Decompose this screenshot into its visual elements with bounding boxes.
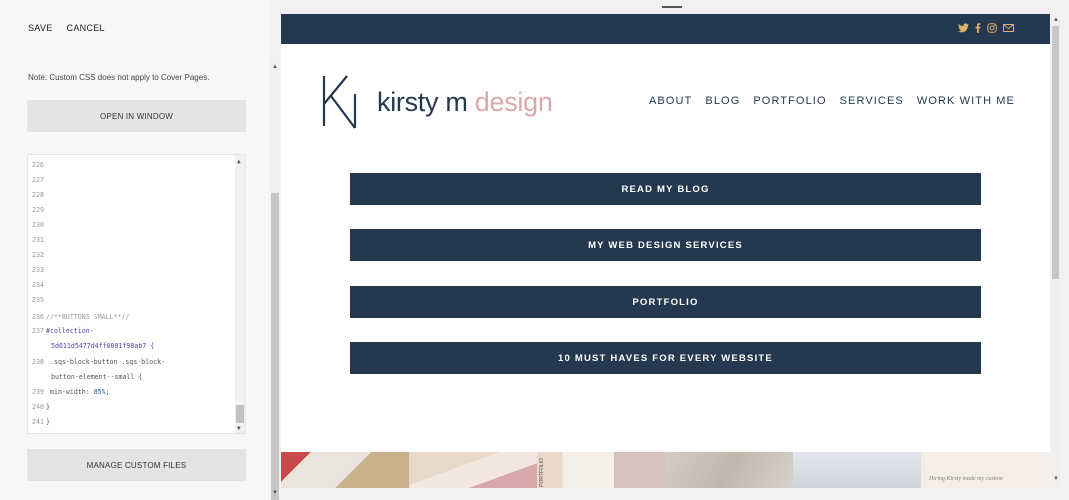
nav-about[interactable]: ABOUT [649, 95, 692, 107]
code-scroll-thumb[interactable] [236, 405, 244, 423]
code-line: 231 [32, 236, 46, 244]
logo-name: kirsty m [377, 86, 475, 117]
code-line: 238 .sqs-block-button .sqs-block- [32, 358, 165, 366]
code-line: 230 [32, 221, 46, 229]
web-design-services-button[interactable]: MY WEB DESIGN SERVICES [350, 229, 981, 261]
code-selector: .sqs-block-button .sqs-block- [50, 358, 166, 366]
km-monogram-icon [322, 75, 357, 129]
portfolio-tile-label: PORTFOLIO [539, 458, 545, 487]
line-number: 228 [32, 191, 44, 199]
code-line: 241} [32, 418, 50, 426]
code-property: min-width: [50, 388, 90, 396]
code-line: 237 #collection- [32, 327, 94, 335]
twitter-icon[interactable] [958, 23, 969, 36]
line-number: 232 [32, 251, 44, 259]
code-line: 240} [32, 403, 50, 411]
code-brace: } [46, 403, 50, 411]
preview-scroll-thumb[interactable] [1052, 26, 1059, 279]
code-line: 239 min-width: 85%; [32, 388, 110, 396]
preview-scrollbar[interactable]: ▲ ▼ [1050, 14, 1061, 488]
gallery-image[interactable] [409, 452, 537, 488]
code-line: 226 [32, 161, 46, 169]
nav-work-with-me[interactable]: WORK WITH ME [917, 95, 1015, 107]
line-number: 230 [32, 221, 44, 229]
code-line: 228 [32, 191, 46, 199]
line-number: 234 [32, 281, 44, 289]
gallery-image[interactable] [793, 452, 921, 488]
line-number: 226 [32, 161, 44, 169]
panel-scrollbar[interactable]: ▲ ▼ [270, 58, 280, 500]
line-number: 240 [32, 403, 44, 411]
line-number: 238 [32, 358, 44, 366]
site-nav: ABOUT BLOG PORTFOLIO SERVICES WORK WITH … [649, 95, 1015, 107]
facebook-icon[interactable] [975, 23, 981, 36]
nav-services[interactable]: SERVICES [840, 95, 904, 107]
panel-scroll-thumb[interactable] [271, 193, 279, 500]
nav-portfolio[interactable]: PORTFOLIO [753, 95, 826, 107]
gallery-image[interactable] [281, 452, 409, 488]
code-value: 85%; [93, 388, 110, 396]
scroll-down-icon[interactable]: ▼ [237, 425, 241, 432]
site-logo[interactable]: kirsty m design [321, 74, 553, 130]
logo-accent: design [474, 86, 553, 117]
scroll-down-icon[interactable]: ▼ [272, 490, 278, 496]
line-number: 236 [32, 313, 44, 321]
testimonial-snippet: Hiring Kirsty made my custom [929, 476, 1003, 482]
cancel-button[interactable]: CANCEL [67, 23, 105, 33]
line-number: 237 [32, 327, 44, 335]
code-line: 232 [32, 251, 46, 259]
nav-blog[interactable]: BLOG [705, 95, 740, 107]
cover-pages-note: Note: Custom CSS does not apply to Cover… [28, 73, 210, 82]
line-number: 231 [32, 236, 44, 244]
line-number: 233 [32, 266, 44, 274]
manage-custom-files-button[interactable]: MANAGE CUSTOM FILES [27, 449, 246, 481]
gallery-image[interactable]: PORTFOLIO [537, 452, 665, 488]
code-selector: button-element--small { [51, 373, 143, 381]
read-my-blog-button[interactable]: READ MY BLOG [350, 173, 981, 205]
social-links [958, 23, 1014, 36]
code-line: 235 [32, 296, 46, 304]
portfolio-button[interactable]: PORTFOLIO [350, 286, 981, 318]
code-selector: 5d611d5477d4ff0001f98ab7 { [51, 342, 155, 350]
app-root: SAVE CANCEL Note: Custom CSS does not ap… [0, 0, 1069, 500]
code-selector: #collection- [46, 327, 94, 335]
code-scrollbar[interactable]: ▲ ▼ [235, 155, 245, 433]
line-number: 241 [32, 418, 44, 426]
gallery-image[interactable]: Hiring Kirsty made my custom [921, 452, 1050, 488]
code-brace: } [46, 418, 50, 426]
site-preview: kirsty m design ABOUT BLOG PORTFOLIO SER… [281, 14, 1050, 488]
code-line: 234 [32, 281, 46, 289]
code-line: 5d611d5477d4ff0001f98ab7 { [51, 342, 154, 350]
must-haves-button[interactable]: 10 MUST HAVES FOR EVERY WEBSITE [350, 342, 981, 374]
scroll-up-icon[interactable]: ▲ [272, 64, 278, 70]
code-line: 233 [32, 266, 46, 274]
scroll-up-icon[interactable]: ▲ [237, 158, 241, 165]
logo-wordmark: kirsty m design [377, 87, 553, 118]
code-comment: //**BUTTONS SMALL**// [46, 313, 130, 321]
instagram-icon[interactable] [987, 23, 997, 36]
line-number: 235 [32, 296, 44, 304]
code-line: button-element--small { [51, 373, 142, 381]
code-line: 229 [32, 206, 46, 214]
code-line: 236//**BUTTONS SMALL**// [32, 313, 129, 321]
line-number: 227 [32, 176, 44, 184]
email-icon[interactable] [1003, 23, 1014, 36]
line-number: 229 [32, 206, 44, 214]
line-number: 239 [32, 388, 44, 396]
gallery-image[interactable] [665, 452, 793, 488]
editor-toolbar: SAVE CANCEL [28, 23, 105, 33]
scroll-down-icon[interactable]: ▼ [1053, 476, 1059, 482]
resize-handle[interactable] [662, 6, 682, 8]
code-line: 227 [32, 176, 46, 184]
site-announcement-bar [281, 14, 1050, 44]
image-gallery-strip: PORTFOLIO Hiring Kirsty made my custom [281, 452, 1050, 488]
css-editor-panel: SAVE CANCEL Note: Custom CSS does not ap… [0, 0, 270, 500]
save-button[interactable]: SAVE [28, 23, 53, 33]
code-editor[interactable]: 226 227 228 229 230 231 232 233 234 235 … [27, 154, 246, 434]
open-in-window-button[interactable]: OPEN IN WINDOW [27, 100, 246, 132]
scroll-up-icon[interactable]: ▲ [1053, 17, 1059, 23]
